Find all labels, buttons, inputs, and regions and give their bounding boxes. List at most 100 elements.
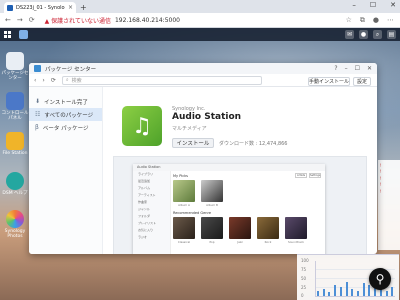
- sidebar-item-installed[interactable]: ⬇ インストール完了: [29, 95, 102, 108]
- window-titlebar[interactable]: パッケージ センター ? – ☐ ✕: [29, 63, 377, 74]
- resource-monitor-bar: [351, 288, 354, 296]
- background-window-edge: !!!!!: [378, 160, 400, 250]
- minimize-icon[interactable]: –: [352, 1, 356, 9]
- help-icon[interactable]: ?: [334, 65, 337, 72]
- url-field[interactable]: ▲ 保護されていない通信 192.168.40.214:5000: [45, 16, 180, 25]
- address-bar: ← → ⟳ ▲ 保護されていない通信 192.168.40.214:5000 ☆…: [0, 13, 400, 28]
- taskbar-package-center-icon[interactable]: [19, 30, 28, 39]
- synology-favicon-icon: [7, 4, 13, 11]
- preview-title: Audio Station: [133, 164, 325, 171]
- magnifier-icon: ⚲: [375, 272, 385, 286]
- genre-thumbnail: [229, 217, 251, 239]
- preview-sidebar-item: お気に入り: [138, 228, 154, 232]
- download-icon: ⬇: [35, 98, 41, 105]
- extensions-icon[interactable]: ⧉: [360, 16, 365, 25]
- preview-sidebar-item: 最近追加: [138, 179, 151, 183]
- desktop-icon-file-station[interactable]: File Station: [1, 132, 29, 156]
- minimize-icon[interactable]: –: [345, 65, 348, 72]
- dsm-taskbar: ✉ ● ⌕ ▤: [0, 28, 400, 41]
- maximize-icon[interactable]: ☐: [370, 1, 376, 9]
- album-caption: Album B: [206, 203, 218, 207]
- control-panel-icon: [6, 92, 24, 110]
- sidebar-item-beta[interactable]: β ベータ パッケージ: [29, 121, 102, 134]
- menu-icon[interactable]: ⋯: [387, 16, 394, 25]
- preview-sidebar: ライブラリ 最近追加 アルバム アーティスト 作曲家 ジャンル フォルダ プレイ…: [133, 171, 171, 254]
- preview-section-label: My Picks: [173, 174, 188, 178]
- package-center-icon: [6, 52, 24, 70]
- beta-icon: β: [35, 124, 39, 131]
- search-input[interactable]: ⌕ 検索: [61, 75, 262, 85]
- manual-install-button[interactable]: 手動インストール: [308, 77, 350, 86]
- notification-icon[interactable]: ✉: [345, 30, 354, 39]
- preview-sidebar-item: ライブラリ: [138, 172, 154, 176]
- preview-sidebar-item: ジャンル: [138, 207, 150, 211]
- resource-monitor-bar: [334, 285, 337, 296]
- preview-sidebar-item: フォルダ: [138, 214, 151, 218]
- desktop-icon-synology-photos[interactable]: Synology Photos: [1, 210, 29, 240]
- resource-monitor-bar: [339, 287, 342, 296]
- sidebar-item-all-packages[interactable]: ☷ すべてのパッケージ: [29, 108, 102, 121]
- genre-caption: Soundtrack: [288, 240, 304, 244]
- forward-icon[interactable]: ›: [42, 77, 44, 84]
- genre-thumbnail: [285, 217, 307, 239]
- album-thumbnail: [173, 180, 195, 202]
- folder-icon: [6, 132, 24, 150]
- package-category[interactable]: マルチメディア: [172, 125, 207, 132]
- refresh-icon[interactable]: ⟳: [51, 77, 56, 84]
- new-tab-button[interactable]: +: [80, 3, 87, 12]
- search-icon[interactable]: ⌕: [373, 30, 382, 39]
- floating-search-button[interactable]: ⚲: [369, 268, 391, 290]
- window-title: パッケージ センター: [45, 66, 97, 73]
- desktop-icon-package-center[interactable]: パッケージセンター: [1, 52, 29, 82]
- widgets-icon[interactable]: ▤: [387, 30, 396, 39]
- resource-monitor-bar: [317, 290, 319, 296]
- grid-list-icon: ☷: [35, 111, 41, 118]
- album-thumbnail: [201, 180, 223, 202]
- browser-tab[interactable]: DS223j_01 - Synology NAS ×: [4, 2, 76, 13]
- resource-monitor-bar: [391, 287, 394, 296]
- package-center-small-icon: [34, 65, 41, 72]
- star-icon[interactable]: ☆: [346, 16, 352, 25]
- preview-app-window: Audio Station ライブラリ 最近追加 アルバム アーティスト 作曲家…: [133, 164, 325, 254]
- security-warning[interactable]: ▲ 保護されていない通信: [45, 16, 111, 25]
- window-controls: – ☐ ✕: [352, 1, 396, 9]
- close-tab-icon[interactable]: ×: [68, 4, 73, 11]
- profile-icon[interactable]: ●: [373, 16, 379, 25]
- resource-monitor-bar: [345, 281, 348, 296]
- back-icon[interactable]: ←: [5, 16, 11, 24]
- rmon-y-label: 0: [301, 293, 304, 298]
- preview-sidebar-item: 作曲家: [138, 200, 148, 204]
- preview-sidebar-item: アルバム: [138, 186, 150, 190]
- rmon-y-label: 50: [301, 276, 307, 281]
- package-center-window: パッケージ センター ? – ☐ ✕ ‹ › ⟳ ⌕ 検索 手動インストール 設…: [29, 63, 377, 254]
- screenshot-preview[interactable]: Audio Station ライブラリ 最近追加 アルバム アーティスト 作曲家…: [113, 156, 367, 254]
- download-count: ダウンロード数 : 12,474,866: [219, 141, 288, 147]
- main-menu-icon[interactable]: [4, 31, 11, 38]
- resource-monitor-bar: [322, 288, 325, 296]
- package-detail: ♫ Synology Inc. Audio Station マルチメディア イン…: [105, 87, 377, 254]
- genre-thumbnail: [201, 217, 223, 239]
- desktop-icon-control-panel[interactable]: コントロール パネル: [1, 92, 29, 122]
- reload-icon[interactable]: ⟳: [29, 16, 35, 24]
- album-caption: Album A: [178, 203, 190, 207]
- sidebar: ⬇ インストール完了 ☷ すべてのパッケージ β ベータ パッケージ: [29, 87, 103, 254]
- genre-caption: Classical: [177, 240, 191, 244]
- close-window-icon[interactable]: ✕: [390, 1, 396, 9]
- maximize-icon[interactable]: ☐: [355, 65, 360, 72]
- install-button[interactable]: インストール: [172, 138, 214, 148]
- tab-title: DS223j_01 - Synology NAS: [16, 4, 65, 11]
- desktop-icon-dsm-help[interactable]: DSM ヘルプ: [1, 172, 29, 196]
- resource-monitor-bar: [368, 285, 371, 296]
- preview-main: My Picks Album A Album B Recommended Gen…: [173, 173, 321, 254]
- close-icon[interactable]: ✕: [367, 65, 372, 72]
- back-icon[interactable]: ‹: [34, 77, 36, 84]
- settings-button[interactable]: 設定: [353, 77, 371, 86]
- user-icon[interactable]: ●: [359, 30, 368, 39]
- url-text[interactable]: 192.168.40.214:5000: [115, 17, 180, 24]
- resource-monitor-bar: [357, 290, 359, 296]
- forward-icon[interactable]: →: [17, 16, 23, 24]
- preview-sidebar-item: プレイリスト: [138, 221, 157, 225]
- genre-thumbnail: [173, 217, 195, 239]
- resource-monitor-bar: [385, 290, 388, 296]
- photos-icon: [6, 210, 24, 228]
